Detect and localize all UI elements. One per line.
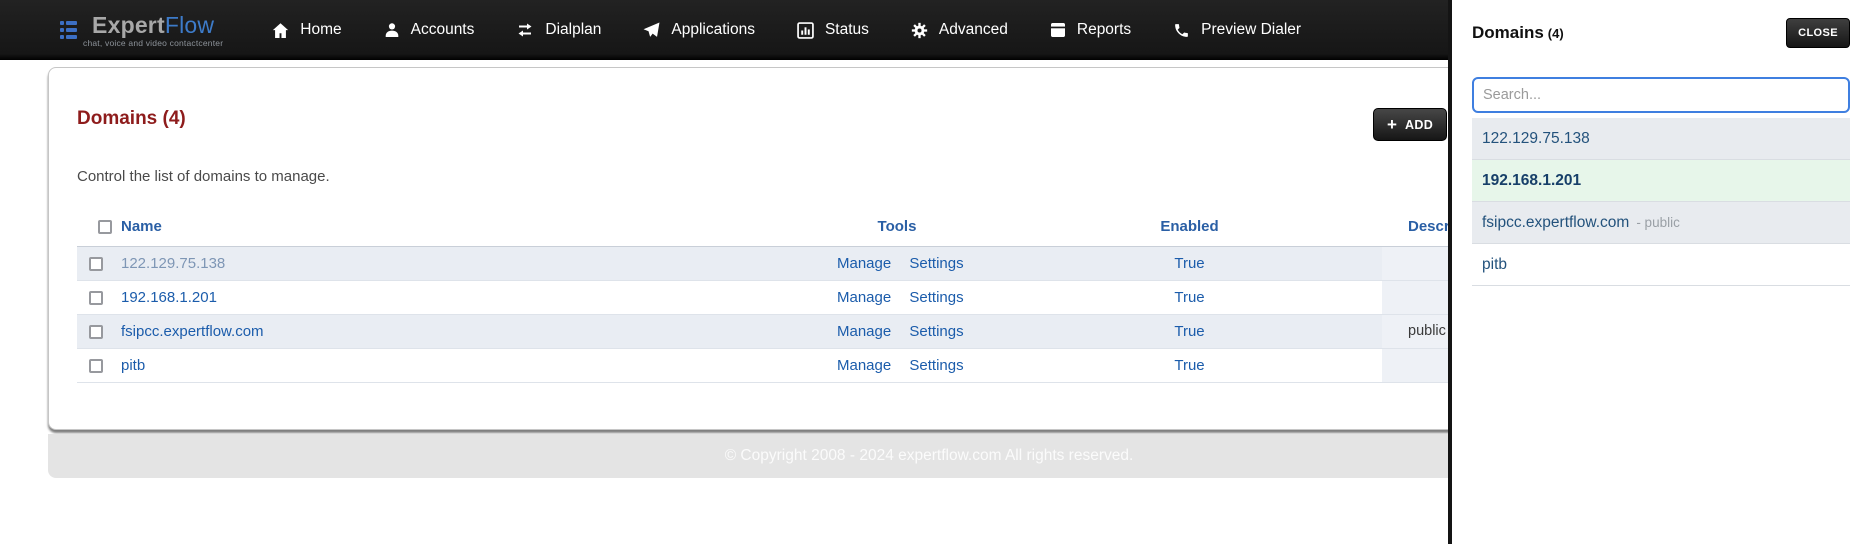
gear-icon bbox=[911, 22, 928, 39]
nav-item-status[interactable]: Status bbox=[776, 0, 890, 60]
panel-header: Domains (4) CLOSE bbox=[1472, 16, 1850, 50]
nav-item-dialplan[interactable]: Dialplan bbox=[495, 0, 622, 60]
enabled-link[interactable]: True bbox=[1174, 357, 1204, 374]
swap-arrows-icon bbox=[516, 22, 534, 38]
panel-item-label: 122.129.75.138 bbox=[1482, 129, 1590, 147]
tool-link-settings[interactable]: Settings bbox=[909, 357, 963, 374]
panel-domain-item[interactable]: pitb bbox=[1472, 244, 1850, 286]
column-header-enabled[interactable]: Enabled bbox=[997, 208, 1382, 246]
journal-icon bbox=[1050, 22, 1066, 38]
nav-item-accounts[interactable]: Accounts bbox=[363, 0, 496, 60]
panel-count: (4) bbox=[1547, 26, 1564, 41]
brand-dots-icon bbox=[60, 21, 77, 39]
enabled-link[interactable]: True bbox=[1174, 289, 1204, 306]
tool-link-manage[interactable]: Manage bbox=[837, 289, 891, 306]
bar-chart-icon bbox=[797, 21, 814, 39]
panel-domain-list: 122.129.75.138 192.168.1.201 fsipcc.expe… bbox=[1472, 118, 1850, 286]
row-checkbox[interactable] bbox=[89, 324, 103, 339]
panel-item-label: pitb bbox=[1482, 255, 1507, 273]
domain-search-input[interactable] bbox=[1472, 77, 1850, 113]
nav-item-label: Reports bbox=[1076, 21, 1132, 38]
paper-plane-icon bbox=[643, 22, 660, 39]
nav-item-home[interactable]: Home bbox=[251, 0, 362, 60]
brand-logo[interactable]: ExpertFlow chat, voice and video contact… bbox=[60, 13, 223, 48]
add-button[interactable]: + ADD bbox=[1373, 108, 1448, 141]
nav-item-label: Status bbox=[824, 21, 869, 38]
domain-name-link[interactable]: pitb bbox=[121, 357, 145, 374]
nav-item-label: Applications bbox=[671, 21, 755, 38]
domain-name-link[interactable]: fsipcc.expertflow.com bbox=[121, 323, 264, 340]
panel-item-label: 192.168.1.201 bbox=[1482, 171, 1582, 189]
row-checkbox[interactable] bbox=[89, 290, 103, 305]
home-icon bbox=[272, 22, 289, 39]
row-checkbox[interactable] bbox=[89, 358, 103, 373]
tool-link-manage[interactable]: Manage bbox=[837, 357, 891, 374]
panel-item-suffix: - public bbox=[1636, 215, 1680, 230]
column-header-name[interactable]: Name bbox=[121, 208, 797, 246]
plus-icon: + bbox=[1387, 115, 1397, 134]
panel-title: Domains (4) bbox=[1472, 23, 1564, 42]
nav-menu: Home Accounts Dialplan Applications Stat… bbox=[251, 0, 1322, 60]
copyright-text: © Copyright 2008 - 2024 expertflow.com A… bbox=[724, 447, 1134, 464]
nav-item-label: Preview Dialer bbox=[1201, 21, 1302, 38]
phone-icon bbox=[1173, 22, 1190, 39]
brand-tagline: chat, voice and video contactcenter bbox=[83, 37, 224, 48]
tool-link-manage[interactable]: Manage bbox=[837, 323, 891, 340]
panel-item-label: fsipcc.expertflow.com bbox=[1482, 213, 1630, 231]
domain-name-link[interactable]: 192.168.1.201 bbox=[121, 289, 217, 306]
domains-overlay-panel: Domains(4) CLOSE 122.129.75.138 192.168.… bbox=[1448, 0, 1856, 544]
column-header-tools[interactable]: Tools bbox=[797, 208, 997, 246]
domain-name-link[interactable]: 122.129.75.138 bbox=[121, 255, 225, 272]
nav-item-label: Dialplan bbox=[545, 21, 602, 38]
nav-item-reports[interactable]: Reports bbox=[1029, 0, 1152, 60]
enabled-link[interactable]: True bbox=[1174, 323, 1204, 340]
select-all-checkbox[interactable] bbox=[98, 220, 112, 235]
tool-link-settings[interactable]: Settings bbox=[909, 289, 963, 306]
brand-name: ExpertFlow bbox=[92, 11, 215, 38]
nav-item-applications[interactable]: Applications bbox=[622, 0, 776, 60]
nav-item-label: Advanced bbox=[938, 21, 1008, 38]
panel-domain-item[interactable]: fsipcc.expertflow.com - public bbox=[1472, 202, 1850, 244]
row-checkbox[interactable] bbox=[89, 256, 103, 271]
nav-item-label: Accounts bbox=[410, 21, 475, 38]
nav-item-label: Home bbox=[300, 21, 342, 38]
panel-domain-item[interactable]: 122.129.75.138 bbox=[1472, 118, 1850, 160]
tool-link-settings[interactable]: Settings bbox=[909, 255, 963, 272]
person-icon bbox=[384, 22, 400, 38]
nav-item-preview-dialer[interactable]: Preview Dialer bbox=[1152, 0, 1322, 60]
tool-link-manage[interactable]: Manage bbox=[837, 255, 891, 272]
enabled-link[interactable]: True bbox=[1174, 255, 1204, 272]
nav-item-advanced[interactable]: Advanced bbox=[890, 0, 1029, 60]
panel-domain-item[interactable]: 192.168.1.201 bbox=[1472, 160, 1850, 202]
close-button[interactable]: CLOSE bbox=[1786, 18, 1850, 48]
tool-link-settings[interactable]: Settings bbox=[909, 323, 963, 340]
